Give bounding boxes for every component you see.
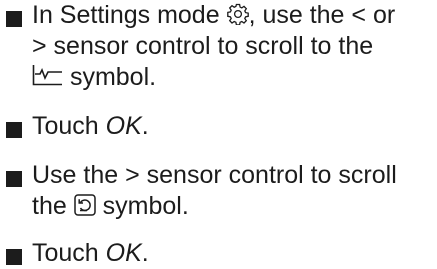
step-text-part: , use the < or xyxy=(248,1,396,29)
step-line: Use the > sensor control to scroll xyxy=(32,161,397,189)
step-line: > sensor control to scroll to the xyxy=(32,32,374,60)
restore-arrow-icon xyxy=(73,194,96,217)
step-text-part: Touch xyxy=(32,239,106,267)
step-text-part: In Settings mode xyxy=(32,1,227,29)
step-line: the symbol. xyxy=(32,191,433,222)
gear-icon xyxy=(226,3,249,26)
step-text-part: symbol. xyxy=(95,192,189,220)
step-text-part: . xyxy=(141,239,149,267)
step-line: Touch OK. xyxy=(32,238,433,269)
step-text-part: . xyxy=(141,112,149,140)
step-text-part: Touch xyxy=(32,112,106,140)
step-line: Touch OK. xyxy=(32,111,433,142)
bullet-square-icon xyxy=(6,249,22,265)
step-text-part: the xyxy=(32,192,74,220)
bullet-square-icon xyxy=(6,171,22,187)
ok-emphasis: OK xyxy=(105,112,142,140)
step-text: Use the > sensor control to scroll the s… xyxy=(32,160,433,222)
step-line: symbol. xyxy=(32,62,433,93)
program-curve-icon xyxy=(32,64,63,86)
ok-emphasis: OK xyxy=(105,239,142,267)
step-text: In Settings mode , use the < or > sensor… xyxy=(32,0,433,93)
step-text: Touch OK. xyxy=(32,111,433,142)
step-line: In Settings mode , use the < or xyxy=(32,0,433,31)
step-text-part: symbol. xyxy=(63,63,157,91)
bullet-square-icon xyxy=(6,122,22,138)
step-text: Touch OK. xyxy=(32,238,433,269)
bullet-square-icon xyxy=(6,11,22,27)
